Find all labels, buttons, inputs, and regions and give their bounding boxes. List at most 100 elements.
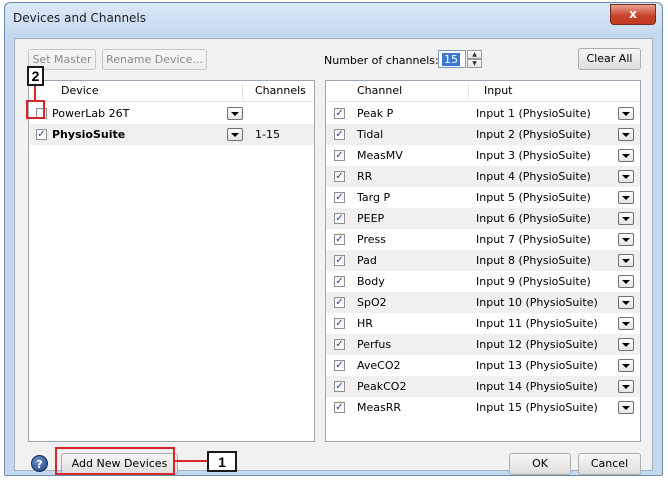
channel-checkbox[interactable]: ✓ — [334, 129, 345, 140]
channel-row[interactable]: ✓ HR Input 11 (PhysioSuite) — [326, 313, 640, 334]
device-row[interactable]: ✓ PhysioSuite 1-15 — [29, 124, 314, 145]
spinner-up-icon[interactable]: ▲ — [467, 50, 482, 59]
channel-row[interactable]: ✓ Targ P Input 5 (PhysioSuite) — [326, 187, 640, 208]
ok-button[interactable]: OK — [509, 453, 571, 475]
callout-number-1: 1 — [207, 451, 237, 472]
callout-leader-1 — [175, 460, 208, 462]
chevron-down-icon[interactable] — [618, 191, 634, 204]
chevron-down-icon[interactable] — [618, 275, 634, 288]
channel-row[interactable]: ✓ AveCO2 Input 13 (PhysioSuite) — [326, 355, 640, 376]
channel-name: RR — [357, 170, 373, 183]
chevron-down-icon[interactable] — [618, 128, 634, 141]
chevron-down-icon[interactable] — [618, 149, 634, 162]
channel-input: Input 15 (PhysioSuite) — [476, 401, 598, 414]
chevron-down-icon[interactable] — [618, 170, 634, 183]
channel-row[interactable]: ✓ PEEP Input 6 (PhysioSuite) — [326, 208, 640, 229]
channel-name: Tidal — [357, 128, 384, 141]
input-column-header: Input — [484, 84, 513, 97]
channel-input: Input 3 (PhysioSuite) — [476, 149, 591, 162]
channel-checkbox[interactable]: ✓ — [334, 402, 345, 413]
device-channels: 1-15 — [255, 128, 280, 141]
channel-name: Pad — [357, 254, 377, 267]
channel-input: Input 13 (PhysioSuite) — [476, 359, 598, 372]
channel-row[interactable]: ✓ Pad Input 8 (PhysioSuite) — [326, 250, 640, 271]
channel-name: Press — [357, 233, 386, 246]
channel-input: Input 4 (PhysioSuite) — [476, 170, 591, 183]
channel-checkbox[interactable]: ✓ — [334, 171, 345, 182]
chevron-down-icon[interactable] — [227, 128, 243, 141]
num-channels-input[interactable]: 15 — [438, 50, 466, 68]
channel-checkbox[interactable]: ✓ — [334, 318, 345, 329]
chevron-down-icon[interactable] — [618, 380, 634, 393]
chevron-down-icon[interactable] — [618, 359, 634, 372]
channel-checkbox[interactable]: ✓ — [334, 339, 345, 350]
channel-input: Input 10 (PhysioSuite) — [476, 296, 598, 309]
channel-row[interactable]: ✓ RR Input 4 (PhysioSuite) — [326, 166, 640, 187]
channel-checkbox[interactable]: ✓ — [334, 255, 345, 266]
callout-number-2: 2 — [27, 66, 44, 86]
cancel-button[interactable]: Cancel — [578, 453, 641, 475]
channel-checkbox[interactable]: ✓ — [334, 297, 345, 308]
channel-checkbox[interactable]: ✓ — [334, 360, 345, 371]
dialog-body: Set Master Rename Device... Number of ch… — [14, 38, 653, 475]
channel-name: Body — [357, 275, 385, 288]
channel-row[interactable]: ✓ SpO2 Input 10 (PhysioSuite) — [326, 292, 640, 313]
chevron-down-icon[interactable] — [227, 107, 243, 120]
chevron-down-icon[interactable] — [618, 254, 634, 267]
device-row[interactable]: PowerLab 26T — [29, 103, 314, 124]
callout-highlight-add-devices — [55, 447, 175, 475]
channel-name: Peak P — [357, 107, 394, 120]
channel-row[interactable]: ✓ Press Input 7 (PhysioSuite) — [326, 229, 640, 250]
chevron-down-icon[interactable] — [618, 296, 634, 309]
channel-column-header: Channel — [357, 84, 403, 97]
rename-device-button[interactable]: Rename Device... — [102, 49, 207, 70]
chevron-down-icon[interactable] — [618, 338, 634, 351]
channel-input: Input 14 (PhysioSuite) — [476, 380, 598, 393]
channel-name: Targ P — [357, 191, 391, 204]
num-channels-value: 15 — [442, 53, 460, 66]
channel-name: SpO2 — [357, 296, 387, 309]
device-list-panel: Device Channels PowerLab 26T ✓ PhysioSui… — [28, 80, 315, 442]
channel-input: Input 11 (PhysioSuite) — [476, 317, 598, 330]
clear-all-button[interactable]: Clear All — [578, 48, 641, 70]
chevron-down-icon[interactable] — [618, 107, 634, 120]
callout-leader-2 — [34, 84, 36, 101]
channel-input: Input 12 (PhysioSuite) — [476, 338, 598, 351]
channel-checkbox[interactable]: ✓ — [334, 108, 345, 119]
num-channels-label: Number of channels: — [324, 54, 439, 67]
channel-checkbox[interactable]: ✓ — [334, 276, 345, 287]
channel-input: Input 2 (PhysioSuite) — [476, 128, 591, 141]
callout-highlight-checkbox — [26, 100, 45, 119]
channel-input: Input 1 (PhysioSuite) — [476, 107, 591, 120]
channel-row[interactable]: ✓ Tidal Input 2 (PhysioSuite) — [326, 124, 640, 145]
channel-checkbox[interactable]: ✓ — [334, 150, 345, 161]
channel-checkbox[interactable]: ✓ — [334, 234, 345, 245]
chevron-down-icon[interactable] — [618, 233, 634, 246]
channel-row[interactable]: ✓ Peak P Input 1 (PhysioSuite) — [326, 103, 640, 124]
channel-input: Input 8 (PhysioSuite) — [476, 254, 591, 267]
title-bar: Devices and Channels x — [5, 3, 662, 33]
help-icon[interactable]: ? — [31, 455, 48, 472]
channel-input: Input 9 (PhysioSuite) — [476, 275, 591, 288]
close-icon: x — [629, 7, 637, 21]
spinner-down-icon[interactable]: ▼ — [467, 59, 482, 68]
channel-checkbox[interactable]: ✓ — [334, 192, 345, 203]
close-button[interactable]: x — [610, 4, 656, 25]
device-checkbox[interactable]: ✓ — [36, 129, 47, 140]
channel-row[interactable]: ✓ PeakCO2 Input 14 (PhysioSuite) — [326, 376, 640, 397]
channel-name: AveCO2 — [357, 359, 401, 372]
channel-name: MeasMV — [357, 149, 403, 162]
chevron-down-icon[interactable] — [618, 401, 634, 414]
channel-name: MeasRR — [357, 401, 402, 414]
channel-checkbox[interactable]: ✓ — [334, 213, 345, 224]
chevron-down-icon[interactable] — [618, 317, 634, 330]
channel-name: PeakCO2 — [357, 380, 407, 393]
channel-input: Input 7 (PhysioSuite) — [476, 233, 591, 246]
channel-input: Input 6 (PhysioSuite) — [476, 212, 591, 225]
channel-row[interactable]: ✓ MeasMV Input 3 (PhysioSuite) — [326, 145, 640, 166]
channel-checkbox[interactable]: ✓ — [334, 381, 345, 392]
channel-row[interactable]: ✓ Body Input 9 (PhysioSuite) — [326, 271, 640, 292]
channel-row[interactable]: ✓ MeasRR Input 15 (PhysioSuite) — [326, 397, 640, 418]
chevron-down-icon[interactable] — [618, 212, 634, 225]
channel-row[interactable]: ✓ Perfus Input 12 (PhysioSuite) — [326, 334, 640, 355]
